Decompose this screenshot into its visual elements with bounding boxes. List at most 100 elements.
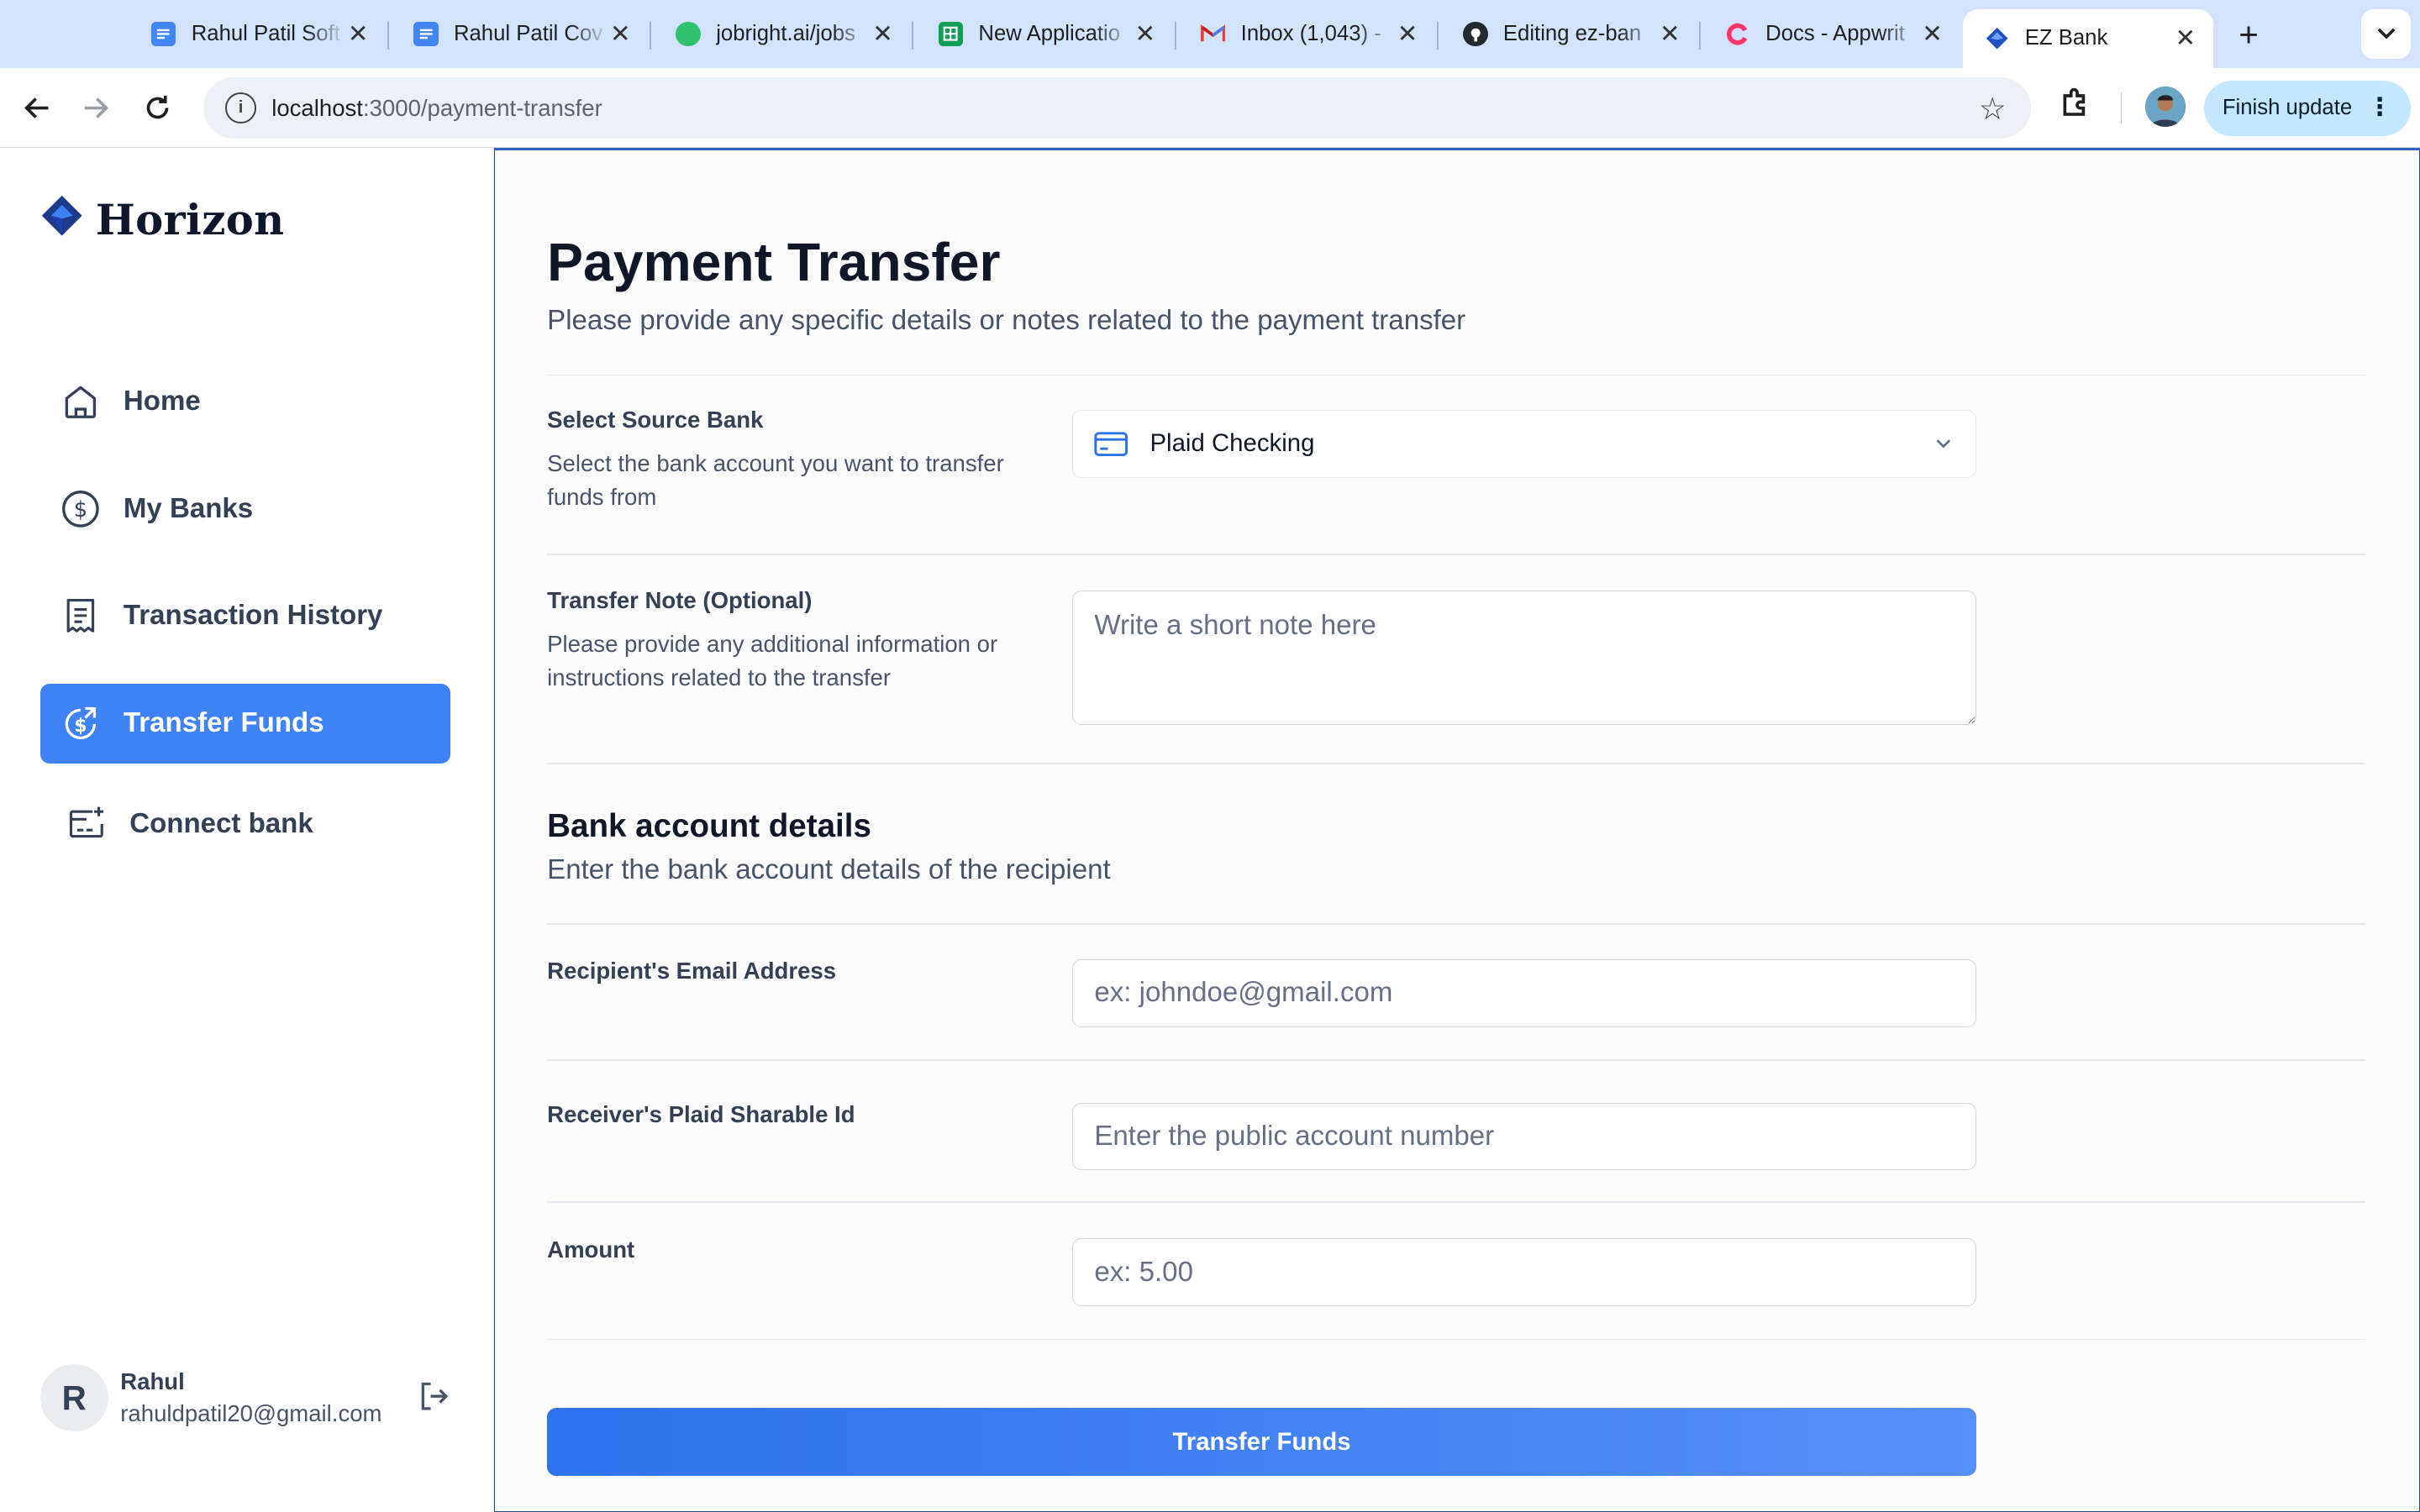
tab-search-chevron-icon[interactable]: [2361, 9, 2411, 59]
transfer-note-textarea[interactable]: [1071, 590, 1976, 725]
user-name: Rahul: [120, 1368, 185, 1395]
google-docs-icon: [150, 21, 176, 47]
home-icon: [59, 380, 102, 423]
user-info: Rahul rahuldpatil20@gmail.com: [120, 1368, 381, 1427]
browser-tab-title: New Applicatio: [978, 21, 1121, 45]
browser-tab-active[interactable]: EZ Bank ✕: [1963, 9, 2213, 68]
card-add-icon: [65, 802, 108, 845]
page-subtitle: Please provide any specific details or n…: [547, 304, 1466, 336]
browser-tab-title: Docs - Appwrit: [1765, 21, 1905, 45]
transfer-funds-button[interactable]: Transfer Funds: [547, 1408, 1976, 1477]
appwrite-icon: [1725, 22, 1749, 46]
logout-icon[interactable]: [417, 1379, 450, 1413]
browser-tab[interactable]: New Applicatio ✕: [917, 9, 1173, 59]
finish-update-button[interactable]: Finish update ⋮: [2203, 80, 2411, 136]
browser-tab[interactable]: jobright.ai/jobs ✕: [655, 9, 911, 59]
jobright-icon: [676, 21, 701, 47]
sidebar-item-home[interactable]: Home: [40, 361, 451, 442]
browser-tab-title: Rahul Patil Cov: [453, 21, 603, 45]
divider: [547, 374, 2365, 376]
money-send-icon: $: [59, 702, 102, 745]
transfer-note-label: Transfer Note (Optional): [547, 587, 813, 614]
sidebar-item-label: Connect bank: [129, 807, 313, 839]
back-arrow-icon[interactable]: [18, 90, 55, 127]
logo-text: Horizon: [95, 194, 285, 244]
sidebar-item-transfer-funds[interactable]: $ Transfer Funds: [39, 683, 451, 764]
browser-tab[interactable]: Inbox (1,043) - ✕: [1179, 9, 1435, 59]
divider: [547, 1201, 2365, 1203]
bank-details-subtitle: Enter the bank account details of the re…: [547, 853, 1111, 885]
close-tab-icon[interactable]: ✕: [1395, 19, 1419, 49]
transfer-note-description: Please provide any additional informatio…: [547, 630, 998, 691]
divider: [547, 1059, 2365, 1061]
sharable-id-input[interactable]: [1071, 1102, 1976, 1171]
recipient-email-label: Recipient's Email Address: [547, 957, 837, 984]
page-title: Payment Transfer: [547, 231, 1001, 292]
close-tab-icon[interactable]: ✕: [345, 19, 370, 49]
bank-details-title: Bank account details: [547, 807, 871, 844]
receipt-icon: [59, 594, 102, 637]
close-tab-icon[interactable]: ✕: [1920, 19, 1944, 49]
divider: [547, 553, 2365, 555]
amount-input[interactable]: [1071, 1238, 1976, 1306]
url-host: localhost: [271, 94, 363, 121]
sidebar-item-connect-bank[interactable]: Connect bank: [40, 784, 451, 864]
user-profile: R Rahul rahuldpatil20@gmail.com: [39, 1361, 457, 1435]
sidebar-item-my-banks[interactable]: $ My Banks: [40, 469, 451, 549]
user-email: rahuldpatil20@gmail.com: [120, 1399, 382, 1426]
horizon-logo-icon: [40, 194, 83, 244]
divider: [547, 763, 2365, 765]
sidebar-item-label: My Banks: [123, 493, 254, 525]
svg-text:$: $: [73, 497, 87, 522]
address-bar[interactable]: i localhost:3000/payment-transfer ☆: [203, 76, 2032, 139]
recipient-email-input[interactable]: [1071, 958, 1976, 1027]
chevron-down-icon: [1933, 433, 1954, 454]
site-info-icon[interactable]: i: [225, 92, 256, 123]
close-tab-icon[interactable]: ✕: [2173, 24, 2197, 53]
source-bank-select[interactable]: Plaid Checking: [1071, 409, 1976, 478]
more-vertical-icon[interactable]: ⋮: [2368, 92, 2392, 122]
github-icon: [1463, 21, 1488, 47]
extensions-puzzle-icon[interactable]: [2059, 87, 2096, 123]
divider: [547, 1338, 2365, 1341]
dollar-circle-icon: $: [59, 487, 102, 530]
avatar[interactable]: R: [39, 1363, 108, 1432]
sidebar-item-label: Transfer Funds: [123, 707, 324, 739]
amount-label: Amount: [547, 1236, 635, 1263]
close-tab-icon[interactable]: ✕: [1133, 19, 1157, 49]
browser-tab[interactable]: Rahul Patil Soft ✕: [129, 9, 386, 59]
payment-transfer-page: Payment Transfer Please provide any spec…: [493, 148, 2420, 1512]
finish-update-label: Finish update: [2222, 96, 2353, 120]
browser-tab[interactable]: Editing ez-ban ✕: [1441, 9, 1697, 59]
source-bank-label: Select Source Bank: [547, 407, 764, 433]
browser-tab-title: jobright.ai/jobs: [716, 21, 855, 45]
gmail-icon: [1200, 22, 1226, 46]
close-tab-icon[interactable]: ✕: [608, 19, 633, 49]
google-sheets-icon: [938, 21, 964, 47]
browser-tab-title: Rahul Patil Soft: [191, 21, 340, 45]
reload-icon[interactable]: [139, 90, 176, 127]
browser-tab-bar: Rahul Patil Soft ✕ Rahul Patil Cov ✕ job…: [0, 0, 2420, 68]
source-bank-selected: Plaid Checking: [1150, 429, 1315, 458]
browser-toolbar: i localhost:3000/payment-transfer ☆ Fini…: [0, 67, 2420, 149]
sidebar-item-label: Transaction History: [123, 599, 383, 631]
browser-tab[interactable]: Rahul Patil Cov ✕: [392, 9, 649, 59]
horizon-icon: [1985, 26, 2009, 50]
credit-card-icon: [1094, 431, 1128, 456]
sharable-id-label: Receiver's Plaid Sharable Id: [547, 1100, 855, 1127]
source-bank-description: Select the bank account you want to tran…: [547, 449, 1004, 511]
logo[interactable]: Horizon: [40, 194, 285, 244]
url-path: :3000/payment-transfer: [362, 94, 602, 121]
sidebar-item-label: Home: [123, 385, 201, 417]
close-tab-icon[interactable]: ✕: [871, 19, 895, 49]
new-tab-icon[interactable]: +: [2232, 15, 2265, 55]
close-tab-icon[interactable]: ✕: [1658, 19, 1682, 49]
sidebar: Horizon Home $ My Banks Transaction Hist…: [0, 148, 494, 1512]
browser-tab[interactable]: Docs - Appwrit ✕: [1704, 9, 1960, 59]
forward-arrow-icon[interactable]: [77, 90, 114, 127]
sidebar-item-transaction-history[interactable]: Transaction History: [40, 575, 451, 656]
google-docs-icon: [413, 21, 439, 47]
browser-tab-title: EZ Bank: [2024, 26, 2108, 50]
bookmark-star-icon[interactable]: ☆: [1979, 91, 2007, 127]
profile-avatar[interactable]: [2145, 86, 2186, 127]
